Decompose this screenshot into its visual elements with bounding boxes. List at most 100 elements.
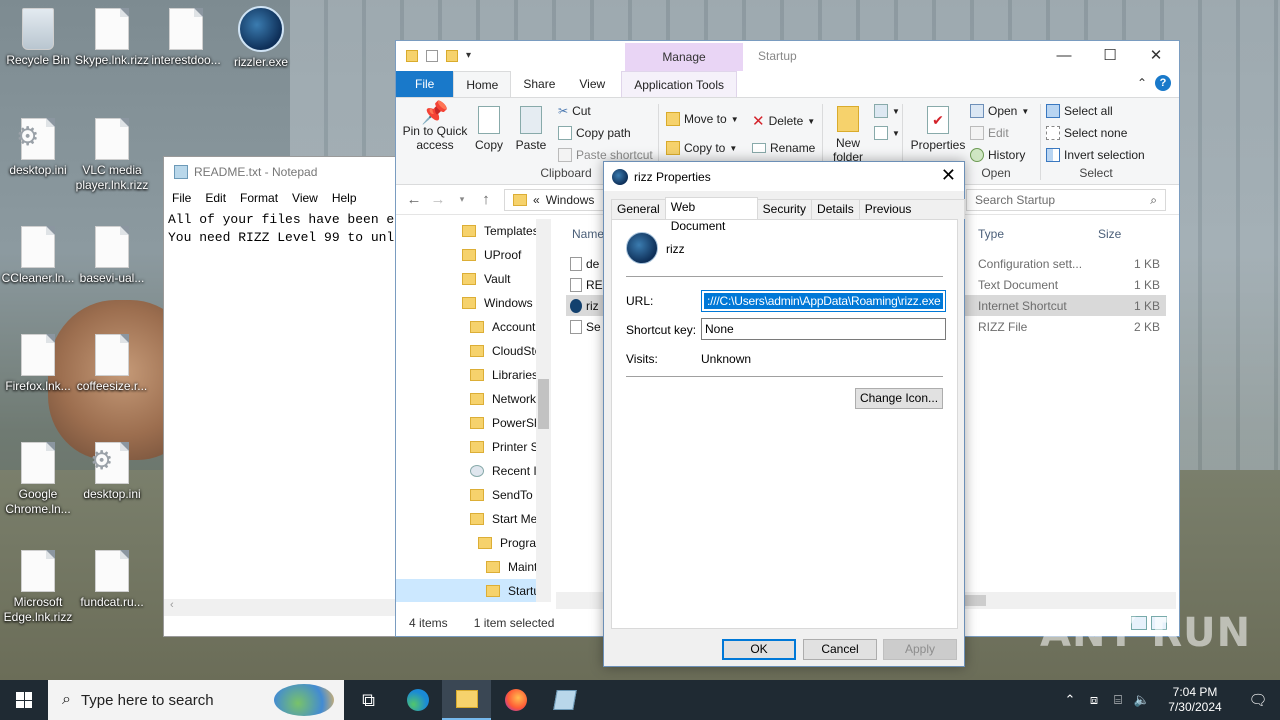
shortcut-key-field[interactable]: None — [701, 318, 946, 340]
history-button[interactable]: History — [970, 148, 1025, 162]
nav-item-printer-shortcuts[interactable]: Printer Sl — [396, 435, 551, 459]
help-icon[interactable]: ? — [1155, 75, 1171, 91]
tab-home[interactable]: Home — [453, 71, 512, 97]
close-icon[interactable]: ✕ — [941, 165, 956, 186]
desktop-icon-basevi[interactable]: basevi-ual... — [74, 226, 150, 286]
paste-shortcut-button[interactable]: Paste shortcut — [558, 148, 653, 162]
search-input[interactable]: Search Startup ⌕ — [966, 189, 1166, 211]
menu-edit[interactable]: Edit — [205, 191, 226, 205]
edit-button[interactable]: Edit — [970, 126, 1009, 140]
start-button[interactable] — [0, 680, 48, 720]
new-item-button[interactable]: ▼ — [874, 104, 900, 118]
recent-locations-icon[interactable]: ▾ — [450, 194, 474, 205]
collapse-ribbon-icon[interactable]: ⌃ — [1137, 76, 1147, 90]
nav-item-vault[interactable]: Vault — [396, 267, 551, 291]
properties-button[interactable]: ✔ Properties — [910, 106, 966, 152]
column-header-name[interactable]: Name — [572, 227, 604, 241]
menu-format[interactable]: Format — [240, 191, 278, 205]
notepad-horizontal-scrollbar[interactable]: ‹ — [164, 599, 402, 616]
cut-button[interactable]: ✂ Cut — [558, 104, 591, 118]
taskbar-search[interactable]: ⌕ Type here to search — [48, 680, 344, 720]
column-header-size[interactable]: Size — [1098, 227, 1121, 241]
tab-web-document[interactable]: Web Document — [664, 197, 758, 233]
minimize-button[interactable]: — — [1041, 41, 1087, 71]
file-explorer-icon[interactable] — [442, 680, 491, 720]
move-to-button[interactable]: Move to ▼ — [666, 112, 739, 126]
desktop-icon-desktop-ini[interactable]: desktop.ini — [0, 118, 76, 178]
navigation-pane[interactable]: Templates UProof Vault Windows Account C… — [396, 219, 551, 602]
nav-item-network[interactable]: Network — [396, 387, 551, 411]
qat-dropdown-icon[interactable]: ▾ — [466, 50, 478, 62]
manage-context-tab[interactable]: Manage — [625, 43, 743, 71]
nav-item-uproof[interactable]: UProof — [396, 243, 551, 267]
tab-application-tools[interactable]: Application Tools — [621, 71, 738, 97]
dialog-titlebar[interactable]: rizz Properties ✕ — [604, 162, 964, 191]
up-arrow-icon[interactable]: ↑ — [474, 191, 498, 208]
clock[interactable]: 7:04 PM 7/30/2024 — [1154, 685, 1236, 715]
menu-view[interactable]: View — [292, 191, 318, 205]
breadcrumb-windows[interactable]: Windows — [546, 190, 595, 210]
close-button[interactable]: ✕ — [1133, 41, 1179, 71]
scrollbar-thumb[interactable] — [538, 379, 549, 429]
desktop-icon-interestdoo[interactable]: interestdoo... — [148, 8, 224, 68]
desktop-icon-firefox[interactable]: Firefox.lnk... — [0, 334, 76, 394]
nav-item-recent-items[interactable]: Recent It — [396, 459, 551, 483]
nav-item-programs[interactable]: Prograr — [396, 531, 551, 555]
nav-item-maintenance[interactable]: Maint — [396, 555, 551, 579]
task-view-icon[interactable]: ⧉ — [344, 680, 393, 720]
explorer-titlebar[interactable]: ▾ Manage Startup — ☐ ✕ — [396, 41, 1179, 71]
select-all-button[interactable]: Select all — [1046, 104, 1113, 118]
desktop-icon-chrome[interactable]: Google Chrome.ln... — [0, 442, 76, 517]
nav-item-libraries[interactable]: Libraries — [396, 363, 551, 387]
tab-previous-versions[interactable]: Previous Versions — [858, 199, 965, 235]
notepad-titlebar[interactable]: README.txt - Notepad — [164, 157, 402, 187]
menu-help[interactable]: Help — [332, 191, 357, 205]
notepad-window[interactable]: README.txt - Notepad File Edit Format Vi… — [163, 156, 403, 637]
tab-details[interactable]: Details — [811, 199, 860, 219]
paste-button[interactable]: Paste — [515, 106, 547, 152]
nav-item-account[interactable]: Account — [396, 315, 551, 339]
desktop-icon-ccleaner[interactable]: CCleaner.ln... — [0, 226, 76, 286]
tab-general[interactable]: General — [611, 199, 666, 219]
desktop-icon-desktop-ini-2[interactable]: desktop.ini — [74, 442, 150, 502]
navigation-pane-scrollbar[interactable] — [536, 219, 551, 602]
tab-share[interactable]: Share — [511, 71, 567, 97]
forward-arrow-icon[interactable]: → — [426, 191, 450, 208]
invert-selection-button[interactable]: Invert selection — [1046, 148, 1145, 162]
new-folder-button[interactable]: New folder — [828, 106, 868, 164]
desktop-icon-vlc[interactable]: VLC media player.lnk.rizz — [74, 118, 150, 193]
rename-button[interactable]: Rename — [752, 141, 815, 155]
tab-file[interactable]: File — [396, 71, 454, 97]
nav-item-startup[interactable]: Startu — [396, 579, 551, 602]
back-arrow-icon[interactable]: ← — [402, 191, 426, 208]
menu-file[interactable]: File — [172, 191, 191, 205]
tab-view[interactable]: View — [567, 71, 617, 97]
column-header-type[interactable]: Type — [978, 227, 1004, 241]
show-hidden-icons-icon[interactable]: ⌃ — [1058, 692, 1082, 708]
copy-to-button[interactable]: Copy to ▼ — [666, 141, 737, 155]
desktop-icon-rizzler[interactable]: rizzler.exe — [223, 6, 299, 70]
nav-item-powershell[interactable]: PowerSh — [396, 411, 551, 435]
nav-item-start-menu[interactable]: Start Mer — [396, 507, 551, 531]
new-folder-qat-icon[interactable] — [446, 50, 458, 62]
select-none-button[interactable]: Select none — [1046, 126, 1127, 140]
url-field[interactable]: :///C:\Users\admin\AppData\Roaming\rizz.… — [701, 290, 946, 312]
desktop-icon-coffeesize[interactable]: coffeesize.r... — [74, 334, 150, 394]
firefox-icon[interactable] — [491, 680, 540, 720]
notepad-text-area[interactable]: All of your files have been e You need RI… — [164, 209, 402, 589]
notepad-taskbar-icon[interactable] — [540, 680, 589, 720]
desktop-icon-recycle-bin[interactable]: Recycle Bin — [0, 8, 76, 68]
apply-button[interactable]: Apply — [883, 639, 957, 660]
volume-icon[interactable]: 🔈 — [1130, 692, 1154, 708]
change-icon-button[interactable]: Change Icon... — [855, 388, 943, 409]
properties-dialog[interactable]: rizz Properties ✕ General Web Document S… — [603, 161, 965, 667]
copy-button[interactable]: Copy — [474, 106, 504, 152]
easy-access-button[interactable]: ▼ — [874, 126, 900, 140]
nav-item-windows[interactable]: Windows — [396, 291, 551, 315]
pin-to-quick-access-button[interactable]: 📌 Pin to Quick access — [402, 102, 468, 153]
device-icon[interactable]: ⧈ — [1082, 692, 1106, 708]
maximize-button[interactable]: ☐ — [1087, 41, 1133, 71]
desktop-icon-edge[interactable]: Microsoft Edge.lnk.rizz — [0, 550, 76, 625]
desktop-icon-skype[interactable]: Skype.lnk.rizz — [74, 8, 150, 68]
network-icon[interactable]: ⌸ — [1106, 692, 1130, 708]
